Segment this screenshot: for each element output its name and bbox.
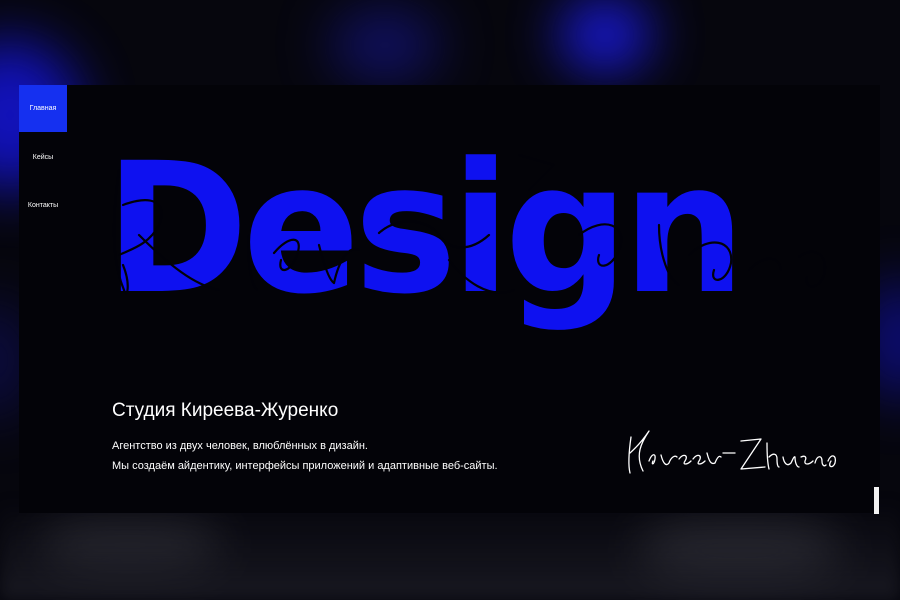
- nav-item-label: Контакты: [27, 202, 59, 209]
- backdrop-glow: [330, 10, 440, 80]
- signature-icon: [628, 430, 837, 474]
- hero-word: Design: [105, 125, 746, 334]
- nav-item-contacts[interactable]: Контакты: [19, 182, 67, 229]
- description-line: Агентство из двух человек, влюблённых в …: [112, 440, 368, 452]
- backdrop-glow: [560, 0, 650, 70]
- nav-item-label: Кейсы: [32, 154, 54, 161]
- studio-title: Студия Киреева-Журенко: [112, 400, 339, 421]
- scroll-indicator[interactable]: [874, 487, 879, 514]
- hero-card: Главная Кейсы Контакты Design Студия Кир…: [19, 85, 880, 513]
- backdrop-haze: [0, 500, 900, 600]
- nav-item-cases[interactable]: Кейсы: [19, 134, 67, 181]
- nav-item-home[interactable]: Главная: [19, 85, 67, 132]
- nav-item-label: Главная: [29, 105, 57, 112]
- description-line: Мы создаём айдентику, интерфейсы приложе…: [112, 460, 498, 472]
